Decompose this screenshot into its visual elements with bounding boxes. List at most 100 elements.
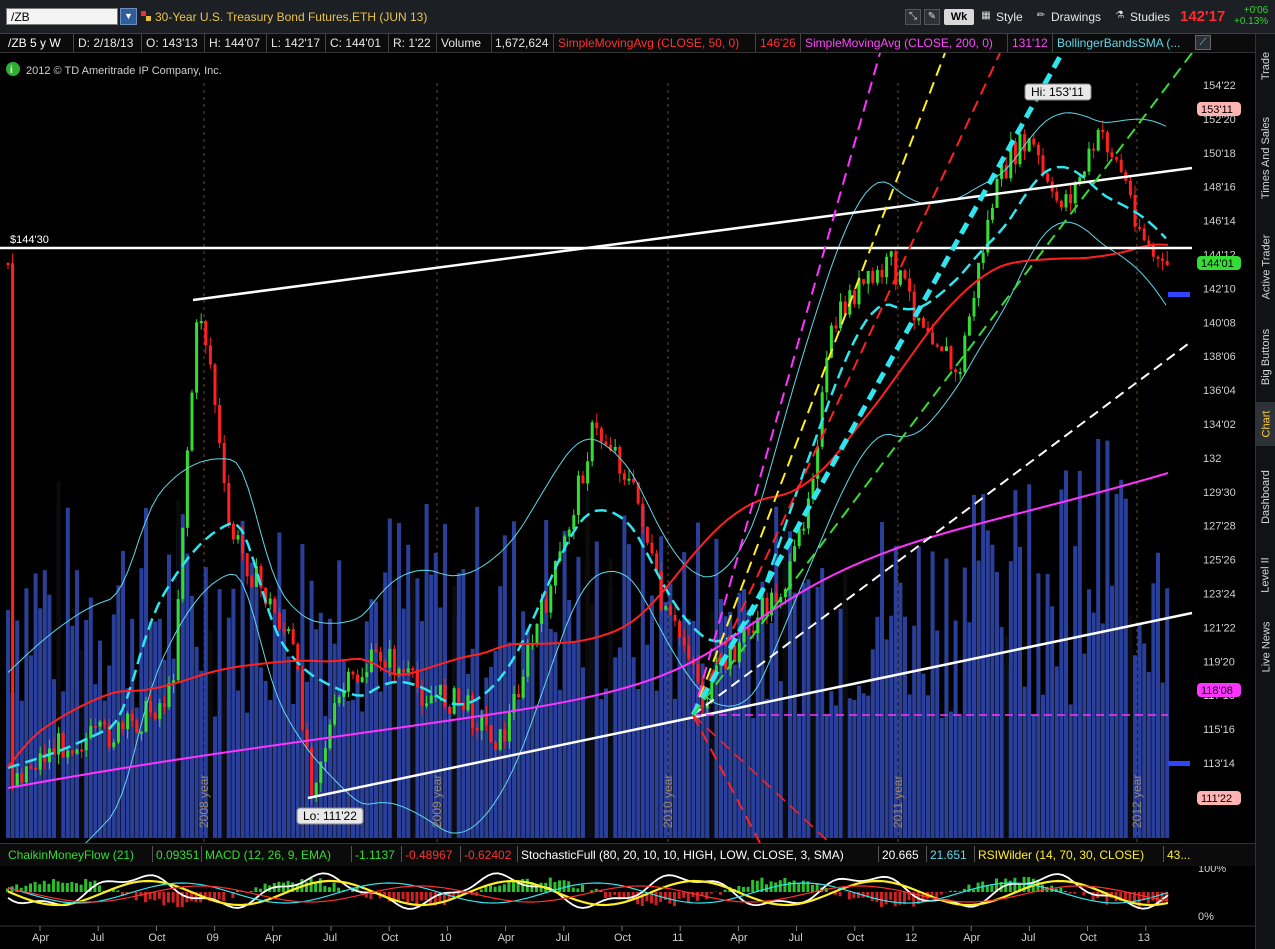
symbol-dropdown-button[interactable]: ▼	[120, 8, 137, 25]
candle-body	[793, 546, 797, 562]
link-icon[interactable]	[141, 11, 151, 21]
volume-bar	[746, 609, 751, 838]
candle-body	[1023, 134, 1027, 152]
cmf-bar	[56, 881, 60, 892]
volume-bar	[52, 679, 56, 838]
sma200-label[interactable]: SimpleMovingAvg (CLOSE, 200, 0)	[805, 36, 993, 50]
candle-body	[121, 722, 125, 730]
price-axis-label: 115'16	[1203, 724, 1235, 736]
candle-body	[875, 270, 879, 283]
volume-bar	[1031, 714, 1036, 838]
style-button[interactable]: Style	[996, 8, 1023, 26]
stochastic-label[interactable]: StochasticFull (80, 20, 10, 10, HIGH, LO…	[521, 848, 844, 862]
cmf-bar	[875, 892, 879, 902]
volume-bar	[857, 685, 861, 838]
oscillator-pane[interactable]: 100% 0% Apr Jul Oct 09 Apr Jul Oct 10 Apr Jul Oct 1…	[0, 866, 1255, 949]
aggregation-period-button[interactable]: Wk	[944, 9, 974, 25]
price-marker-label: 153'11	[1201, 104, 1233, 116]
price-marker-label: 111'22	[1201, 793, 1232, 805]
high-bubble: Hi: 153'11	[1024, 83, 1092, 101]
side-tab-active-trader[interactable]: Active Trader	[1256, 222, 1275, 312]
volume-bar	[1096, 439, 1101, 838]
volume-bar	[834, 705, 838, 838]
drawing-tool-icon[interactable]: ⤡	[905, 9, 921, 25]
candle-body	[103, 721, 107, 725]
volume-bar	[829, 691, 834, 838]
candle-body	[250, 576, 254, 587]
candle-body	[1142, 228, 1146, 241]
time-axis-label: Jul	[323, 932, 337, 944]
candle-body	[323, 748, 327, 762]
candle-body	[944, 346, 948, 352]
side-tab-times-and-sales[interactable]: Times And Sales	[1256, 102, 1275, 214]
bollinger-label[interactable]: BollingerBandsSMA (...	[1057, 36, 1180, 50]
candle-body	[236, 535, 240, 540]
cmf-label[interactable]: ChaikinMoneyFlow (21)	[8, 848, 134, 862]
volume-bar	[852, 700, 857, 838]
time-axis-label: 10	[439, 932, 451, 944]
side-tab-dashboard[interactable]: Dashboard	[1256, 454, 1275, 540]
cmf-bar	[479, 889, 483, 892]
volume-bar	[1160, 682, 1165, 838]
wrench-icon[interactable]: ✎	[924, 9, 940, 25]
candle-body	[116, 722, 120, 743]
side-tab-label: Chart	[1260, 410, 1272, 438]
volume-bar	[884, 639, 889, 838]
volume-bar	[847, 698, 852, 838]
candle-body	[599, 428, 603, 442]
cmf-bar	[562, 880, 566, 892]
volume-bar-dark	[783, 502, 788, 838]
volume-bar	[705, 706, 710, 838]
side-tab-chart[interactable]: Chart	[1256, 402, 1275, 446]
price-axis-label: 132	[1203, 453, 1221, 465]
macd-label[interactable]: MACD (12, 26, 9, EMA)	[205, 848, 331, 862]
side-tab-level-ii[interactable]: Level II	[1256, 546, 1275, 604]
style-icon[interactable]: ▦	[978, 9, 994, 25]
drawings-icon[interactable]: ✏	[1033, 9, 1049, 25]
candle-body	[89, 726, 93, 739]
time-axis-label: Apr	[498, 932, 515, 944]
time-axis-label: 12	[905, 932, 917, 944]
rsi-label[interactable]: RSIWilder (14, 70, 30, CLOSE)	[978, 848, 1144, 862]
cmf-bar	[571, 887, 575, 892]
volume-bar	[544, 520, 549, 838]
sma50-label[interactable]: SimpleMovingAvg (CLOSE, 50, 0)	[558, 36, 739, 50]
studies-button[interactable]: Studies	[1130, 8, 1170, 26]
volume-bar	[981, 494, 986, 838]
chart-settings-icon[interactable]: ⟋	[1195, 35, 1211, 50]
candle-body	[195, 322, 199, 393]
side-tab-big-buttons[interactable]: Big Buttons	[1256, 318, 1275, 396]
volume-bar	[1105, 440, 1110, 838]
drawings-button[interactable]: Drawings	[1051, 8, 1101, 26]
candle-body	[549, 585, 553, 613]
candle-body	[1059, 200, 1063, 208]
volume-bar	[286, 656, 291, 838]
candle-body	[1096, 129, 1100, 151]
candle-body	[503, 729, 507, 742]
candle-body	[1115, 157, 1119, 160]
symbol-input[interactable]	[6, 8, 118, 25]
side-tab-trade[interactable]: Trade	[1256, 36, 1275, 96]
volume-bar	[627, 544, 631, 838]
volume-bar	[755, 617, 760, 838]
price-axis-label: 146'14	[1203, 216, 1236, 228]
cmf-bar	[1059, 887, 1063, 892]
studies-icon[interactable]: ⚗	[1112, 9, 1128, 25]
candle-body	[489, 725, 493, 743]
side-tab-live-news[interactable]: Live News	[1256, 612, 1275, 682]
volume-bar	[1119, 479, 1124, 838]
volume-bar	[1013, 490, 1018, 838]
cmf-bar	[608, 892, 612, 898]
candle-body	[374, 649, 378, 652]
volume-bar	[714, 538, 719, 838]
volume-bar	[470, 648, 475, 838]
volume-bar	[650, 595, 654, 838]
symbol-period[interactable]: /ZB 5 y W	[8, 36, 61, 50]
price-chart[interactable]: 154'22152'20150'18148'16146'14144'12142'…	[0, 53, 1255, 843]
candle-body	[222, 442, 226, 483]
info-icon[interactable]	[6, 62, 20, 76]
candle-body	[213, 364, 217, 405]
candle-body	[572, 515, 576, 530]
volume-label[interactable]: Volume	[441, 36, 481, 50]
cmf-bar	[318, 878, 322, 892]
